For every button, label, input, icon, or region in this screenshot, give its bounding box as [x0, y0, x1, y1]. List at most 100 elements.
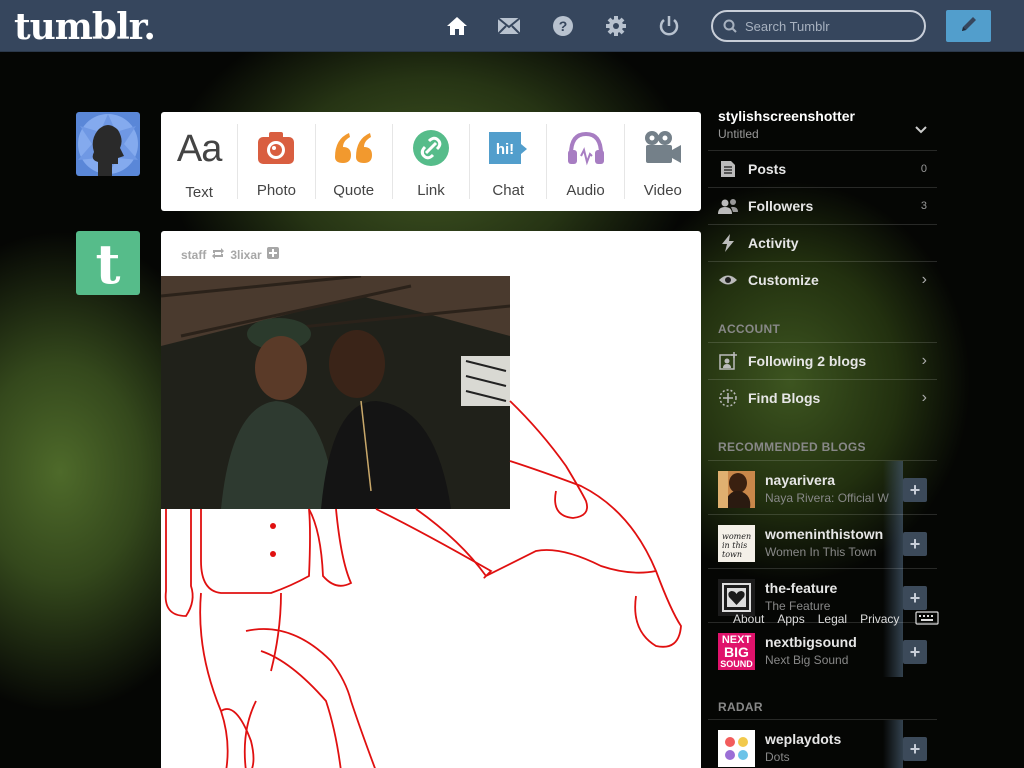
fade-overlay	[883, 515, 903, 569]
blog-name: the-feature	[765, 580, 838, 596]
fade-overlay	[883, 720, 903, 768]
headphones-icon	[566, 128, 606, 168]
blog-name: stylishscreenshotter	[718, 108, 855, 124]
help-icon[interactable]: ?	[551, 14, 575, 38]
sidebar-item-label: Find Blogs	[748, 390, 821, 406]
follow-button[interactable]: +	[903, 586, 927, 610]
footer-links: About Apps Legal Privacy	[733, 612, 899, 626]
sidebar-item-label: Customize	[748, 272, 819, 288]
logo-line: SOUND	[720, 659, 753, 669]
add-person-icon	[708, 352, 748, 370]
staff-avatar[interactable]: t	[76, 231, 140, 295]
tumblr-logo[interactable]: tumblr.	[14, 6, 156, 48]
post-type-label: Quote	[333, 182, 375, 199]
posts-count: 0	[920, 163, 927, 175]
follow-button[interactable]: +	[903, 737, 927, 761]
user-avatar[interactable]	[76, 112, 140, 176]
post-type-quote[interactable]: Quote	[316, 124, 393, 199]
post-type-link[interactable]: Link	[393, 124, 471, 199]
fade-overlay	[883, 623, 903, 677]
text-icon: Aa	[176, 127, 222, 170]
lightning-icon	[708, 234, 748, 252]
recommended-blog[interactable]: women in this town womeninthistown Women…	[708, 514, 937, 569]
sidebar-item-followers[interactable]: Followers 3	[708, 187, 937, 224]
eye-icon	[708, 274, 748, 286]
blog-avatar	[718, 471, 755, 508]
post-type-audio[interactable]: Audio	[547, 124, 625, 199]
settings-icon[interactable]	[604, 14, 628, 38]
camera-icon	[257, 128, 295, 168]
post-type-label: Text	[185, 184, 213, 201]
follow-button[interactable]: +	[903, 478, 927, 502]
blog-name: weplaydots	[765, 731, 842, 747]
sidebar-item-customize[interactable]: Customize ›	[708, 261, 937, 298]
blog-name: womeninthistown	[765, 526, 884, 542]
footer-link-privacy[interactable]: Privacy	[860, 612, 899, 626]
recommended-section-title: RECOMMENDED BLOGS	[718, 440, 866, 454]
footer-link-legal[interactable]: Legal	[818, 612, 847, 626]
red-drawing	[164, 400, 682, 768]
post-type-text[interactable]: Aa Text	[161, 124, 239, 201]
svg-text:t: t	[96, 232, 121, 295]
footer-link-about[interactable]: About	[733, 612, 764, 626]
svg-text:?: ?	[559, 18, 568, 34]
post-type-label: Video	[643, 182, 682, 199]
blog-avatar	[718, 730, 755, 767]
blog-switcher[interactable]: stylishscreenshotter Untitled	[718, 108, 855, 141]
blog-name: nextbigsound	[765, 634, 857, 650]
top-bar: tumblr. ?	[0, 0, 1024, 52]
blog-avatar	[718, 579, 755, 616]
post-type-panel: Aa Text Photo Quote Link hi! Chat Audio	[161, 112, 701, 211]
account-section-title: ACCOUNT	[718, 322, 781, 336]
follow-button[interactable]: +	[903, 532, 927, 556]
post-type-chat[interactable]: hi! Chat	[470, 124, 548, 199]
video-camera-icon	[643, 128, 683, 168]
dashboard-post: staff 3lixar	[161, 231, 701, 768]
post-type-label: Chat	[492, 182, 525, 199]
search-icon	[723, 19, 737, 38]
sidebar-item-label: Posts	[748, 161, 787, 177]
chevron-down-icon[interactable]	[915, 121, 927, 139]
post-type-label: Audio	[566, 182, 605, 199]
sidebar-item-following[interactable]: Following 2 blogs ›	[708, 342, 937, 379]
search-input[interactable]	[745, 17, 915, 35]
sidebar-item-activity[interactable]: Activity	[708, 224, 937, 261]
inbox-icon[interactable]	[497, 14, 521, 38]
sidebar-item-find-blogs[interactable]: Find Blogs ›	[708, 379, 937, 416]
sidebar-item-posts[interactable]: Posts 0	[708, 150, 937, 187]
blog-avatar: women in this town	[718, 525, 755, 562]
link-icon	[412, 128, 450, 168]
post-type-label: Link	[417, 182, 445, 199]
chevron-right-icon: ›	[921, 271, 927, 288]
logo-line: BIG	[724, 644, 749, 660]
radar-section-title: RADAR	[718, 700, 763, 714]
footer-link-apps[interactable]: Apps	[777, 612, 804, 626]
post-type-photo[interactable]: Photo	[238, 124, 316, 199]
recommended-blog[interactable]: NEXT BIG SOUND nextbigsound Next Big Sou…	[708, 622, 937, 677]
followers-icon	[708, 198, 748, 214]
post-type-video[interactable]: Video	[625, 124, 701, 199]
blog-logo-text: women in this town	[722, 532, 752, 559]
compose-button[interactable]	[946, 10, 991, 42]
follow-button[interactable]: +	[903, 640, 927, 664]
search-box[interactable]	[711, 10, 926, 42]
home-icon[interactable]	[445, 14, 469, 38]
radar-blog[interactable]: weplaydots Dots +	[708, 719, 937, 768]
recommended-blog[interactable]: nayarivera Naya Rivera: Official W +	[708, 460, 937, 515]
blog-title: Untitled	[718, 127, 759, 141]
quote-icon	[333, 128, 375, 168]
sidebar-item-label: Activity	[748, 235, 799, 251]
blog-avatar: NEXT BIG SOUND	[718, 633, 755, 670]
sidebar-item-label: Following 2 blogs	[748, 353, 867, 369]
keyboard-icon[interactable]	[915, 611, 939, 630]
compass-icon	[708, 388, 748, 408]
followers-count: 3	[920, 200, 927, 212]
sidebar-item-label: Followers	[748, 198, 814, 214]
post-type-label: Photo	[256, 182, 297, 199]
power-icon[interactable]	[657, 14, 681, 38]
blog-name: nayarivera	[765, 472, 836, 488]
chevron-right-icon: ›	[921, 352, 927, 369]
nextbigsound-logo: NEXT BIG SOUND	[718, 633, 755, 670]
posts-icon	[708, 160, 748, 178]
svg-text:hi!: hi!	[496, 141, 514, 158]
